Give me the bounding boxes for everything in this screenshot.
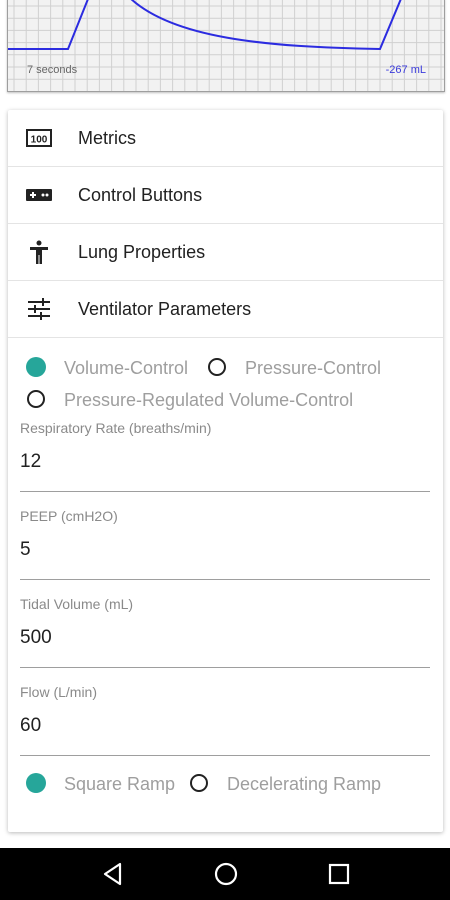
- square-ramp-label: Square Ramp: [64, 774, 176, 794]
- recents-icon[interactable]: [325, 860, 353, 888]
- sliders-icon: [28, 298, 50, 320]
- tidal-volume-label: Tidal Volume (mL): [20, 596, 134, 612]
- decelerating-ramp-label: Decelerating Ramp: [227, 774, 382, 794]
- person-icon: [30, 240, 48, 264]
- svg-text:100: 100: [31, 135, 48, 146]
- menu-item-label: Metrics: [78, 128, 136, 148]
- menu-item-lung-properties[interactable]: Lung Properties: [8, 224, 443, 281]
- flow-underline: [20, 755, 430, 756]
- peep-input[interactable]: 5: [20, 539, 31, 561]
- metrics-icon: 100: [26, 129, 52, 147]
- graph-time-label: 7 seconds: [27, 64, 78, 76]
- respiratory-rate-underline: [20, 491, 430, 492]
- prvc-label: Pressure-Regulated Volume-Control: [64, 390, 354, 410]
- respiratory-rate-input[interactable]: 12: [20, 451, 41, 473]
- back-icon[interactable]: [99, 860, 127, 888]
- menu-item-label: Ventilator Parameters: [78, 299, 252, 319]
- navigation-bar: [0, 848, 450, 900]
- decelerating-ramp-radio[interactable]: [190, 774, 208, 792]
- pressure-control-radio[interactable]: [208, 358, 226, 376]
- waveform-graph: 7 seconds -267 mL: [7, 0, 445, 92]
- peep-underline: [20, 579, 430, 580]
- prvc-radio[interactable]: [27, 390, 45, 408]
- control-panel: 100 Metrics Control Buttons Lung Propert…: [8, 110, 443, 832]
- volume-control-label: Volume-Control: [64, 358, 189, 378]
- menu-item-control-buttons[interactable]: Control Buttons: [8, 167, 443, 224]
- menu-item-label: Control Buttons: [78, 185, 203, 205]
- menu-item-metrics[interactable]: 100 Metrics: [8, 110, 443, 167]
- square-ramp-radio[interactable]: [26, 773, 46, 793]
- peep-label: PEEP (cmH2O): [20, 508, 118, 524]
- gamepad-icon: [26, 189, 52, 201]
- volume-control-radio[interactable]: [26, 357, 46, 377]
- pressure-control-label: Pressure-Control: [245, 358, 382, 378]
- menu-item-label: Lung Properties: [78, 242, 206, 262]
- menu-item-ventilator-parameters[interactable]: Ventilator Parameters: [8, 281, 443, 338]
- tidal-volume-input[interactable]: 500: [20, 627, 52, 649]
- tidal-volume-underline: [20, 667, 430, 668]
- graph-volume-label: -267 mL: [385, 64, 426, 76]
- home-icon[interactable]: [212, 860, 240, 888]
- flow-label: Flow (L/min): [20, 684, 98, 700]
- respiratory-rate-label: Respiratory Rate (breaths/min): [20, 420, 212, 436]
- flow-input[interactable]: 60: [20, 715, 41, 737]
- waveform-plot: [8, 0, 444, 91]
